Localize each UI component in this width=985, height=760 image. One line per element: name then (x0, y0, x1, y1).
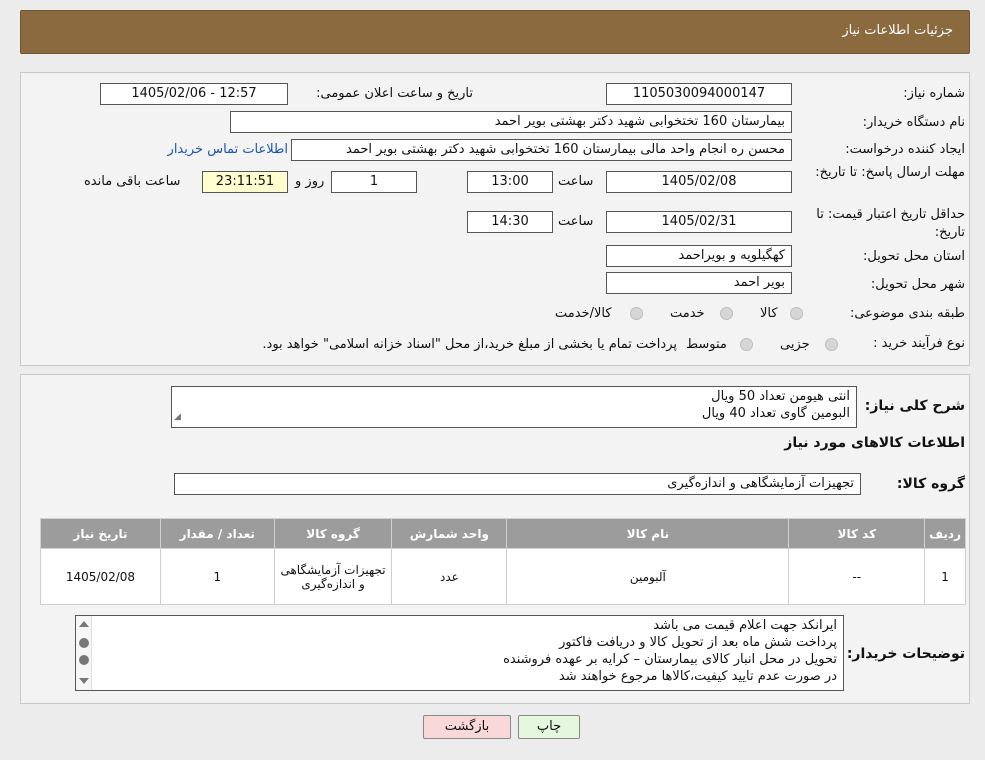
cell-need-date: 1405/02/08 (40, 548, 161, 605)
col-need-date: تاریخ نیاز (40, 518, 161, 549)
buyer-notes-textarea[interactable]: ایرانکد جهت اعلام قیمت می باشد پرداخت شش… (75, 615, 844, 691)
buyer-notes-line-2: پرداخت شش ماه بعد از تحویل کالا و دریافت… (559, 635, 837, 650)
print-button[interactable]: چاپ (518, 715, 580, 739)
scroll-thumb-icon (79, 638, 89, 648)
cell-row-no: 1 (924, 548, 966, 605)
scroll-thumb-icon-2 (79, 655, 89, 665)
goods-info-title: اطلاعات کالاهای مورد نیاز (784, 435, 965, 451)
category-radio-service[interactable] (720, 307, 733, 320)
process-radio-minor[interactable] (825, 338, 838, 351)
category-label: طبقه بندی موضوعی: (849, 306, 965, 321)
col-unit: واحد شمارش (391, 518, 508, 549)
need-number-label: شماره نیاز: (903, 86, 965, 101)
process-note: پرداخت تمام یا بخشی از مبلغ خرید،از محل … (262, 337, 677, 352)
deadline-time-label: ساعت (558, 174, 594, 189)
category-option-goods-service: کالا/خدمت (555, 306, 612, 321)
col-goods-group: گروه کالا (273, 518, 393, 549)
col-item-name: نام کالا (506, 518, 790, 549)
description-textarea[interactable]: انتی هیومن تعداد 50 ویال البومین گاوی تع… (171, 386, 857, 428)
buyer-org-label: نام دستگاه خریدار: (862, 115, 965, 130)
requester-field: محسن ره انجام واحد مالی بیمارستان 160 تخ… (291, 139, 792, 161)
remaining-time-field: 23:11:51 (202, 171, 288, 193)
validity-date-field: 1405/02/31 (606, 211, 792, 233)
deadline-time-field: 13:00 (467, 171, 553, 193)
items-table: ردیف کد کالا نام کالا واحد شمارش گروه کا… (40, 518, 966, 605)
buyer-notes-label: توضیحات خریدار: (846, 646, 965, 662)
goods-group-label: گروه کالا: (896, 476, 965, 492)
requester-label: ایجاد کننده درخواست: (845, 142, 965, 157)
announce-label: تاریخ و ساعت اعلان عمومی: (316, 86, 473, 101)
items-table-header: ردیف کد کالا نام کالا واحد شمارش گروه کا… (40, 518, 966, 549)
need-number-field: 1105030094000147 (606, 83, 792, 105)
cell-item-name: آلبومین (506, 548, 790, 605)
category-option-goods: کالا (760, 306, 778, 321)
buyer-notes-line-3: تحویل در محل انبار کالای بیمارستان – کرا… (503, 652, 837, 667)
cell-unit: عدد (391, 548, 508, 605)
col-item-code: کد کالا (788, 518, 926, 549)
city-label: شهر محل تحویل: (870, 277, 965, 292)
category-radio-goods-service[interactable] (630, 307, 643, 320)
description-line-2: البومین گاوی تعداد 40 ویال (701, 406, 850, 421)
col-row-no: ردیف (924, 518, 966, 549)
remaining-label: ساعت باقی مانده (84, 174, 181, 189)
table-row: 1 -- آلبومین عدد تجهیزات آزمایشگاهی و ان… (40, 548, 966, 605)
days-field: 1 (331, 171, 417, 193)
process-option-minor: جزیی (780, 337, 810, 352)
process-radio-medium[interactable] (740, 338, 753, 351)
province-label: استان محل تحویل: (863, 249, 965, 264)
back-button[interactable]: بازگشت (423, 715, 511, 739)
cell-item-code: -- (788, 548, 926, 605)
cell-goods-group: تجهیزات آزمایشگاهی و اندازه‌گیری (273, 548, 393, 605)
page-title: جزئیات اطلاعات نیاز (842, 23, 953, 38)
city-field: بویر احمد (606, 272, 792, 294)
province-field: کهگیلویه و بویراحمد (606, 245, 792, 267)
buyer-notes-line-4: در صورت عدم تایید کیفیت،کالاها مرجوع خوا… (558, 669, 837, 684)
description-line-1: انتی هیومن تعداد 50 ویال (711, 389, 850, 404)
days-label: روز و (295, 174, 325, 189)
goods-group-field: تجهیزات آزمایشگاهی و اندازه‌گیری (174, 473, 861, 495)
category-option-service: خدمت (670, 306, 705, 321)
scroll-down-icon (79, 678, 89, 684)
announce-field: 1405/02/06 - 12:57 (100, 83, 288, 105)
validity-label: حداقل تاریخ اعتبار قیمت: تا تاریخ: (816, 207, 965, 240)
scroll-up-icon (79, 621, 89, 627)
validity-time-label: ساعت (558, 214, 594, 229)
buyer-org-field: بیمارستان 160 تختخوابی شهید دکتر بهشتی ب… (230, 111, 792, 133)
cell-quantity: 1 (159, 548, 275, 605)
buyer-notes-line-1: ایرانکد جهت اعلام قیمت می باشد (653, 618, 837, 633)
deadline-label: مهلت ارسال پاسخ: تا تاریخ: (815, 165, 965, 180)
description-label: شرح کلی نیاز: (864, 398, 965, 414)
category-radio-goods[interactable] (790, 307, 803, 320)
page-header: جزئیات اطلاعات نیاز (20, 10, 970, 54)
process-label: نوع فرآیند خرید : (873, 336, 965, 351)
buyer-contact-link[interactable]: اطلاعات تماس خریدار (168, 142, 288, 157)
buyer-notes-scrollbar[interactable] (76, 616, 92, 690)
resize-handle-icon[interactable]: ◢ (174, 409, 181, 426)
deadline-date-field: 1405/02/08 (606, 171, 792, 193)
col-quantity: تعداد / مقدار (159, 518, 275, 549)
validity-time-field: 14:30 (467, 211, 553, 233)
process-option-medium: متوسط (686, 337, 727, 352)
